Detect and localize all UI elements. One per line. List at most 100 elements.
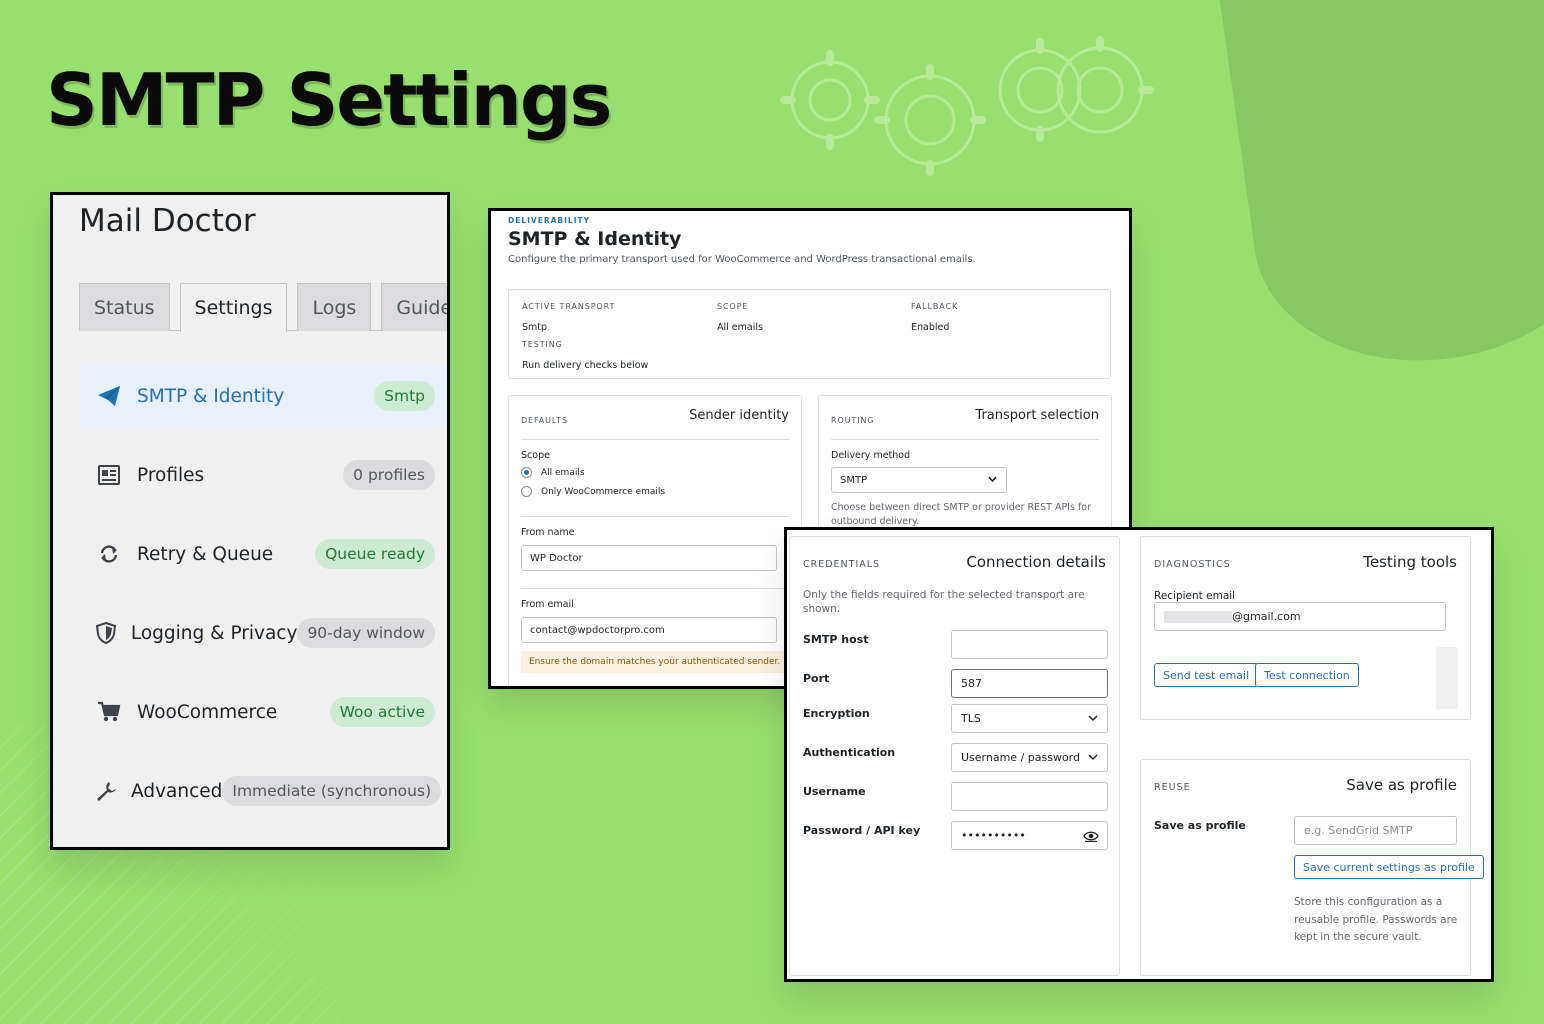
port-input[interactable]: 587: [951, 669, 1108, 698]
radio-label: All emails: [541, 467, 585, 478]
tab-logs[interactable]: Logs: [297, 283, 372, 331]
sidebar-item-advanced[interactable]: Advanced Immediate (synchronous): [79, 760, 447, 822]
select-value: Username / password: [961, 751, 1080, 764]
eye-icon[interactable]: [1083, 830, 1099, 842]
sidebar-item-label: Logging & Privacy: [130, 622, 298, 644]
summary-scope: SCOPE All emails: [717, 302, 763, 334]
authentication-select[interactable]: Username / password: [951, 743, 1108, 772]
tab-settings[interactable]: Settings: [179, 283, 288, 332]
shield-icon: [95, 619, 117, 647]
card-heading: Transport selection: [975, 408, 1099, 423]
summary-value: All emails: [717, 322, 763, 333]
connection-details-panel: CREDENTIALS Connection details Only the …: [784, 527, 1494, 982]
id-card-icon: [95, 461, 123, 489]
smtp-host-input[interactable]: [951, 630, 1108, 659]
sidebar-item-woocommerce[interactable]: WooCommerce Woo active: [79, 681, 447, 743]
tab-status[interactable]: Status: [79, 283, 170, 331]
chevron-down-icon: [1088, 753, 1098, 760]
summary-label: SCOPE: [717, 302, 749, 311]
section-overline: DELIVERABILITY: [508, 216, 591, 225]
test-connection-button[interactable]: Test connection: [1255, 663, 1359, 687]
from-email-label: From email: [521, 599, 574, 610]
summary-value: Enabled: [911, 322, 950, 333]
status-badge: Woo active: [329, 697, 435, 727]
paper-plane-icon: [95, 382, 123, 410]
status-badge: Queue ready: [315, 539, 435, 569]
select-value: TLS: [961, 712, 981, 725]
background-blob: [1217, 0, 1544, 384]
result-placeholder: [1436, 647, 1458, 709]
sidebar-item-smtp-identity[interactable]: SMTP & Identity Smtp: [79, 365, 447, 427]
credentials-card: CREDENTIALS Connection details Only the …: [789, 536, 1120, 976]
chevron-down-icon: [1088, 714, 1098, 721]
summary-label: TESTING: [522, 340, 563, 349]
sidebar-item-retry-queue[interactable]: Retry & Queue Queue ready: [79, 523, 447, 585]
redacted-value: [1164, 610, 1232, 623]
sidebar-item-logging-privacy[interactable]: Logging & Privacy 90-day window: [79, 602, 447, 664]
status-badge: Smtp: [374, 381, 435, 411]
summary-value: Smtp: [522, 322, 548, 333]
status-badge: Immediate (synchronous): [222, 776, 442, 806]
section-title: SMTP & Identity: [508, 228, 682, 250]
password-label: Password / API key: [803, 824, 921, 837]
status-badge: 0 profiles: [343, 460, 435, 490]
sidebar-item-label: Advanced: [131, 780, 223, 802]
mail-doctor-sidebar-panel: Mail Doctor Status Settings Logs Guides …: [50, 192, 450, 850]
recipient-email-suffix: @gmail.com: [1232, 610, 1301, 623]
delivery-method-help: Choose between direct SMTP or provider R…: [831, 502, 1092, 527]
from-name-label: From name: [521, 527, 575, 538]
from-email-input[interactable]: contact@wpdoctorpro.com: [521, 617, 777, 643]
port-label: Port: [803, 672, 830, 685]
summary-label: FALLBACK: [911, 302, 959, 311]
settings-nav: SMTP & Identity Smtp Profiles 0 profiles…: [79, 365, 447, 839]
summary-fallback: FALLBACK Enabled: [911, 302, 958, 334]
tab-guides[interactable]: Guides: [381, 283, 447, 331]
username-input[interactable]: [951, 782, 1108, 811]
profile-name-input[interactable]: e.g. SendGrid SMTP: [1294, 816, 1457, 845]
summary-label: ACTIVE TRANSPORT: [522, 302, 616, 311]
refresh-icon: [95, 540, 123, 568]
save-profile-help: Store this configuration as a reusable p…: [1294, 896, 1458, 943]
scope-label: Scope: [521, 450, 550, 461]
domain-notice: Ensure the domain matches your authentic…: [521, 651, 795, 673]
username-label: Username: [803, 785, 866, 798]
sidebar-item-label: WooCommerce: [137, 701, 278, 723]
recipient-email-label: Recipient email: [1154, 590, 1236, 602]
save-profile-button[interactable]: Save current settings as profile: [1294, 855, 1484, 879]
testing-tools-card: DIAGNOSTICS Testing tools Recipient emai…: [1140, 536, 1471, 720]
card-heading: Save as profile: [1346, 776, 1457, 794]
chevron-down-icon: [988, 476, 997, 483]
card-caption: REUSE: [1154, 782, 1191, 793]
card-header: DEFAULTS Sender identity: [521, 408, 789, 440]
radio-icon[interactable]: [521, 467, 532, 478]
recipient-email-input[interactable]: @gmail.com: [1154, 602, 1446, 631]
delivery-method-select[interactable]: SMTP: [831, 467, 1007, 493]
radio-label: Only WooCommerce emails: [541, 486, 666, 497]
scope-option-all[interactable]: All emails: [521, 467, 585, 478]
sidebar-item-label: Profiles: [137, 464, 205, 486]
sender-identity-card: DEFAULTS Sender identity Scope All email…: [508, 395, 802, 686]
card-caption: DIAGNOSTICS: [1154, 559, 1231, 570]
summary-testing: TESTING Run delivery checks below: [522, 340, 648, 372]
transport-summary: ACTIVE TRANSPORT Smtp SCOPE All emails F…: [508, 289, 1111, 379]
sidebar-item-profiles[interactable]: Profiles 0 profiles: [79, 444, 447, 506]
gears-decoration-icon: [780, 36, 1154, 176]
select-value: SMTP: [840, 474, 868, 486]
authentication-label: Authentication: [803, 746, 896, 759]
from-name-input[interactable]: WP Doctor: [521, 545, 777, 571]
summary-value: Run delivery checks below: [522, 360, 649, 371]
profile-name-placeholder: e.g. SendGrid SMTP: [1304, 824, 1413, 837]
cart-icon: [95, 698, 123, 726]
radio-icon[interactable]: [521, 486, 532, 497]
scope-option-woocommerce[interactable]: Only WooCommerce emails: [521, 486, 665, 497]
send-test-email-button[interactable]: Send test email: [1154, 663, 1259, 687]
smtp-host-label: SMTP host: [803, 633, 869, 646]
tab-bar: Status Settings Logs Guides: [79, 283, 447, 332]
encryption-select[interactable]: TLS: [951, 704, 1108, 733]
save-profile-card: REUSE Save as profile Save as profile e.…: [1140, 759, 1484, 976]
card-caption: ROUTING: [831, 416, 875, 425]
password-value: ••••••••••: [961, 829, 1026, 842]
password-input[interactable]: ••••••••••: [951, 821, 1108, 850]
card-heading: Testing tools: [1363, 553, 1457, 571]
credentials-description: Only the fields required for the selecte…: [803, 589, 1085, 615]
